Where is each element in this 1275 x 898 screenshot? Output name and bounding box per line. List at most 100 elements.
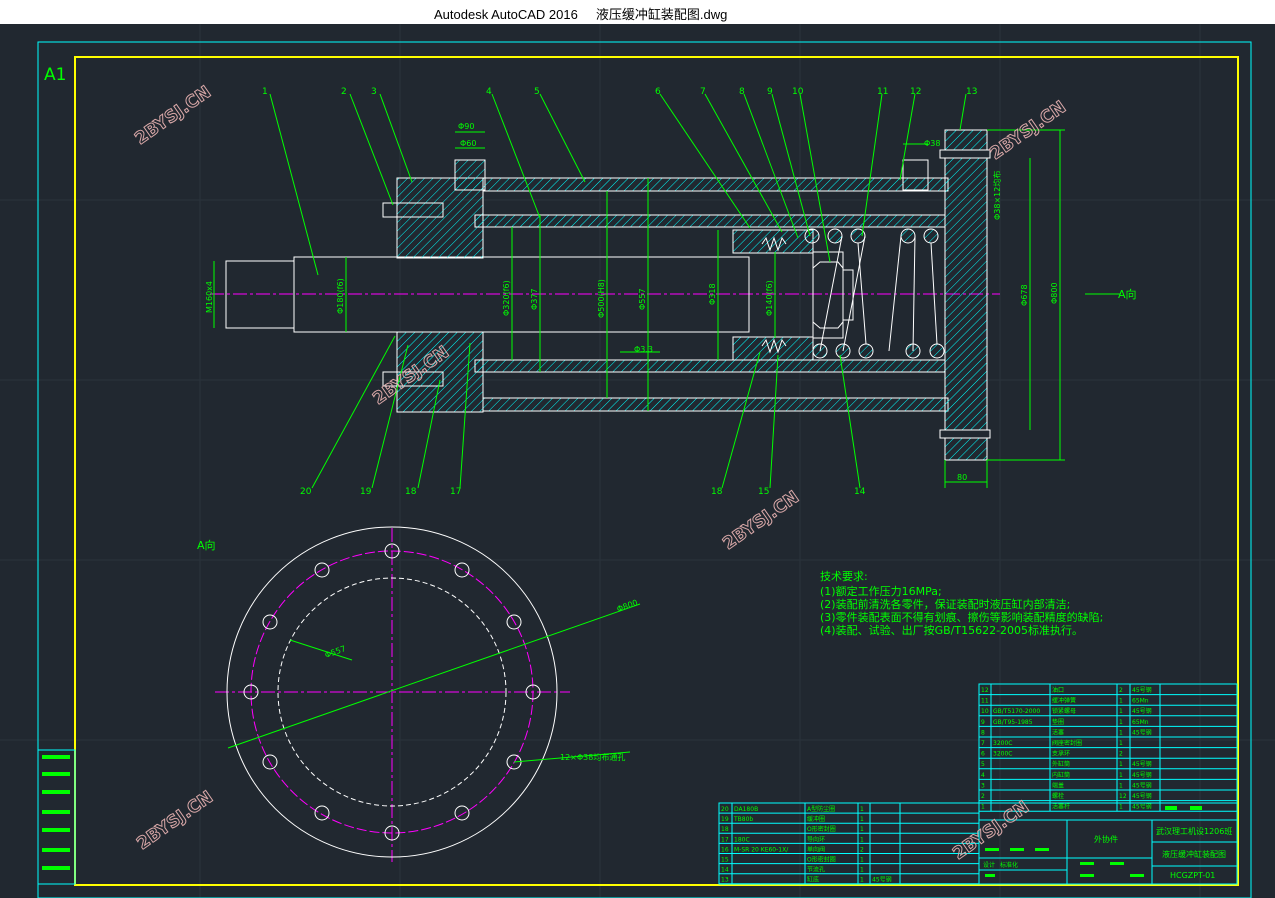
title-drawing-name: 液压缓冲缸装配图 — [1162, 849, 1226, 859]
parts-right-mat: 65Mn — [1132, 719, 1149, 726]
part-no-13: 13 — [966, 87, 977, 97]
parts-left-no: 14 — [721, 867, 729, 874]
title-school: 武汉理工机设1206班 — [1156, 826, 1232, 836]
title-outsource: 外协件 — [1094, 834, 1118, 844]
parts-left-qty: 1 — [860, 857, 864, 864]
parts-left-name: 单向阀 — [807, 845, 825, 853]
parts-right-mat: 45号钢 — [1132, 781, 1152, 789]
parts-right-qty: 1 — [1119, 698, 1123, 705]
part-no-11: 11 — [877, 87, 888, 97]
parts-right-name: 支承环 — [1052, 750, 1070, 758]
dim-d800: Φ800 — [1050, 282, 1059, 304]
parts-list-left[interactable]: 20 DA180B A型防尘圈 1 19 TB80b 缓冲圈 1 18 O形密封圈 1 17 180C 导… — [718, 802, 980, 885]
dim-d90: Φ90 — [458, 122, 474, 131]
parts-left-code: 180C — [734, 836, 750, 843]
part-no-12: 12 — [910, 87, 921, 97]
parts-left-name: 缸底 — [807, 876, 819, 884]
dim-rod: Φ180(f6) — [336, 278, 345, 314]
watermark-2: 2BYSJ.CN — [986, 97, 1069, 164]
parts-right-name: 活塞杆 — [1052, 803, 1070, 811]
part-no-4: 4 — [486, 87, 492, 97]
parts-left-name: O形密封圈 — [807, 825, 836, 833]
part-no-5: 5 — [534, 87, 540, 97]
parts-left-qty: 2 — [860, 846, 864, 853]
sheet-size-label: A1 — [44, 65, 66, 85]
parts-right-mat: 65Mn — [1132, 698, 1149, 705]
part-no-19: 19 — [360, 487, 372, 497]
watermark-5: 2BYSJ.CN — [133, 787, 216, 854]
parts-left-qty: 1 — [860, 816, 864, 823]
parts-right-mat: 45号钢 — [1132, 792, 1152, 800]
parts-left-qty: 1 — [860, 806, 864, 813]
parts-right-qty: 1 — [1119, 772, 1123, 779]
dim-d320: Φ320(f6) — [502, 280, 511, 316]
part-no-18a: 18 — [405, 487, 417, 497]
parts-right-no: 2 — [981, 793, 985, 800]
part-no-14: 14 — [854, 487, 866, 497]
parts-left-no: 20 — [721, 806, 729, 813]
parts-right-mat: 45号钢 — [1132, 686, 1152, 694]
title-row-design: 设计 — [983, 861, 995, 869]
parts-left-no: 19 — [721, 816, 729, 823]
flange-view[interactable]: A向 Φ800 Φ557 12×Φ38均布通孔 — [197, 526, 641, 862]
parts-right-mat: 45号钢 — [1132, 760, 1152, 768]
part-no-20: 20 — [300, 487, 312, 497]
parts-right-no: 4 — [981, 772, 985, 779]
parts-right-code: GB/T5170-2000 — [993, 708, 1040, 715]
title-row-std: 标准化 — [1000, 861, 1018, 869]
dim-d140: Φ140(f6) — [765, 280, 774, 316]
parts-left-no: 17 — [721, 836, 729, 843]
parts-right-no: 6 — [981, 751, 985, 758]
parts-left-code: DA180B — [734, 806, 758, 813]
parts-right-no: 7 — [981, 740, 985, 747]
view-arrow-label: A向 — [1118, 287, 1137, 301]
parts-right-qty: 1 — [1119, 708, 1123, 715]
dim-holes: Φ38×12均布 — [992, 171, 1002, 220]
grid — [0, 24, 1275, 898]
part-no-17: 17 — [450, 487, 461, 497]
parts-right-qty: 1 — [1119, 719, 1123, 726]
parts-left-no: 13 — [721, 877, 729, 884]
parts-left-no: 16 — [721, 846, 729, 853]
parts-left-name: 缓冲圈 — [807, 815, 825, 823]
tech-item-3: (3)零件装配表面不得有划痕、擦伤等影响装配精度的缺陷; — [820, 610, 1103, 624]
parts-left-name: O形密封圈 — [807, 856, 836, 864]
cylinder-base — [939, 129, 991, 461]
parts-right-no: 1 — [981, 804, 985, 811]
outer-border — [37, 41, 1252, 898]
parts-left-name: 导向环 — [807, 835, 825, 843]
parts-right-name: 内缸筒 — [1052, 771, 1070, 779]
dim-d678: Φ678 — [1020, 284, 1029, 306]
file-name: 液压缓冲缸装配图.dwg — [595, 7, 728, 22]
parts-left-name: A型防尘圈 — [807, 805, 835, 813]
drawing-canvas[interactable]: A1 Φ90 Φ60 Φ38 M160x4 Φ180(f6) Φ320(f6) … — [0, 24, 1275, 898]
parts-left-qty: 1 — [860, 877, 864, 884]
parts-right-name: 垫圈 — [1052, 718, 1064, 726]
parts-right-no: 3 — [981, 782, 985, 789]
flange-dim-d800-line — [227, 603, 641, 749]
tech-title: 技术要求: — [820, 570, 868, 583]
part-numbers: 1 2 3 4 5 6 7 8 9 10 11 12 13 20 19 18 1… — [262, 87, 977, 497]
part-no-18b: 18 — [711, 487, 723, 497]
dim-w80: 80 — [957, 473, 967, 482]
parts-left-mat: 45号钢 — [872, 876, 892, 884]
parts-right-no: 8 — [981, 729, 985, 736]
part-no-6: 6 — [655, 87, 661, 97]
parts-right-name: 阀座密封圈 — [1052, 739, 1082, 747]
parts-right-no: 11 — [981, 698, 989, 705]
parts-right-qty: 1 — [1119, 782, 1123, 789]
part-no-10: 10 — [792, 87, 804, 97]
tech-item-1: (1)额定工作压力16MPa; — [820, 584, 942, 598]
parts-right-name: 锁紧螺母 — [1052, 707, 1076, 715]
parts-right-qty: 1 — [1119, 761, 1123, 768]
dim-d557: Φ557 — [638, 288, 647, 310]
parts-right-mat: 45号钢 — [1132, 771, 1152, 779]
parts-right-code: GB/T95-1985 — [993, 719, 1033, 726]
dim-d318: Φ318 — [708, 283, 717, 305]
parts-left-no: 15 — [721, 857, 729, 864]
part-no-9: 9 — [767, 87, 773, 97]
parts-right-name: 外缸筒 — [1052, 760, 1070, 768]
app-title: Autodesk AutoCAD 2016 — [434, 7, 578, 22]
parts-left-qty: 1 — [860, 867, 864, 874]
parts-right-no: 12 — [981, 687, 989, 694]
